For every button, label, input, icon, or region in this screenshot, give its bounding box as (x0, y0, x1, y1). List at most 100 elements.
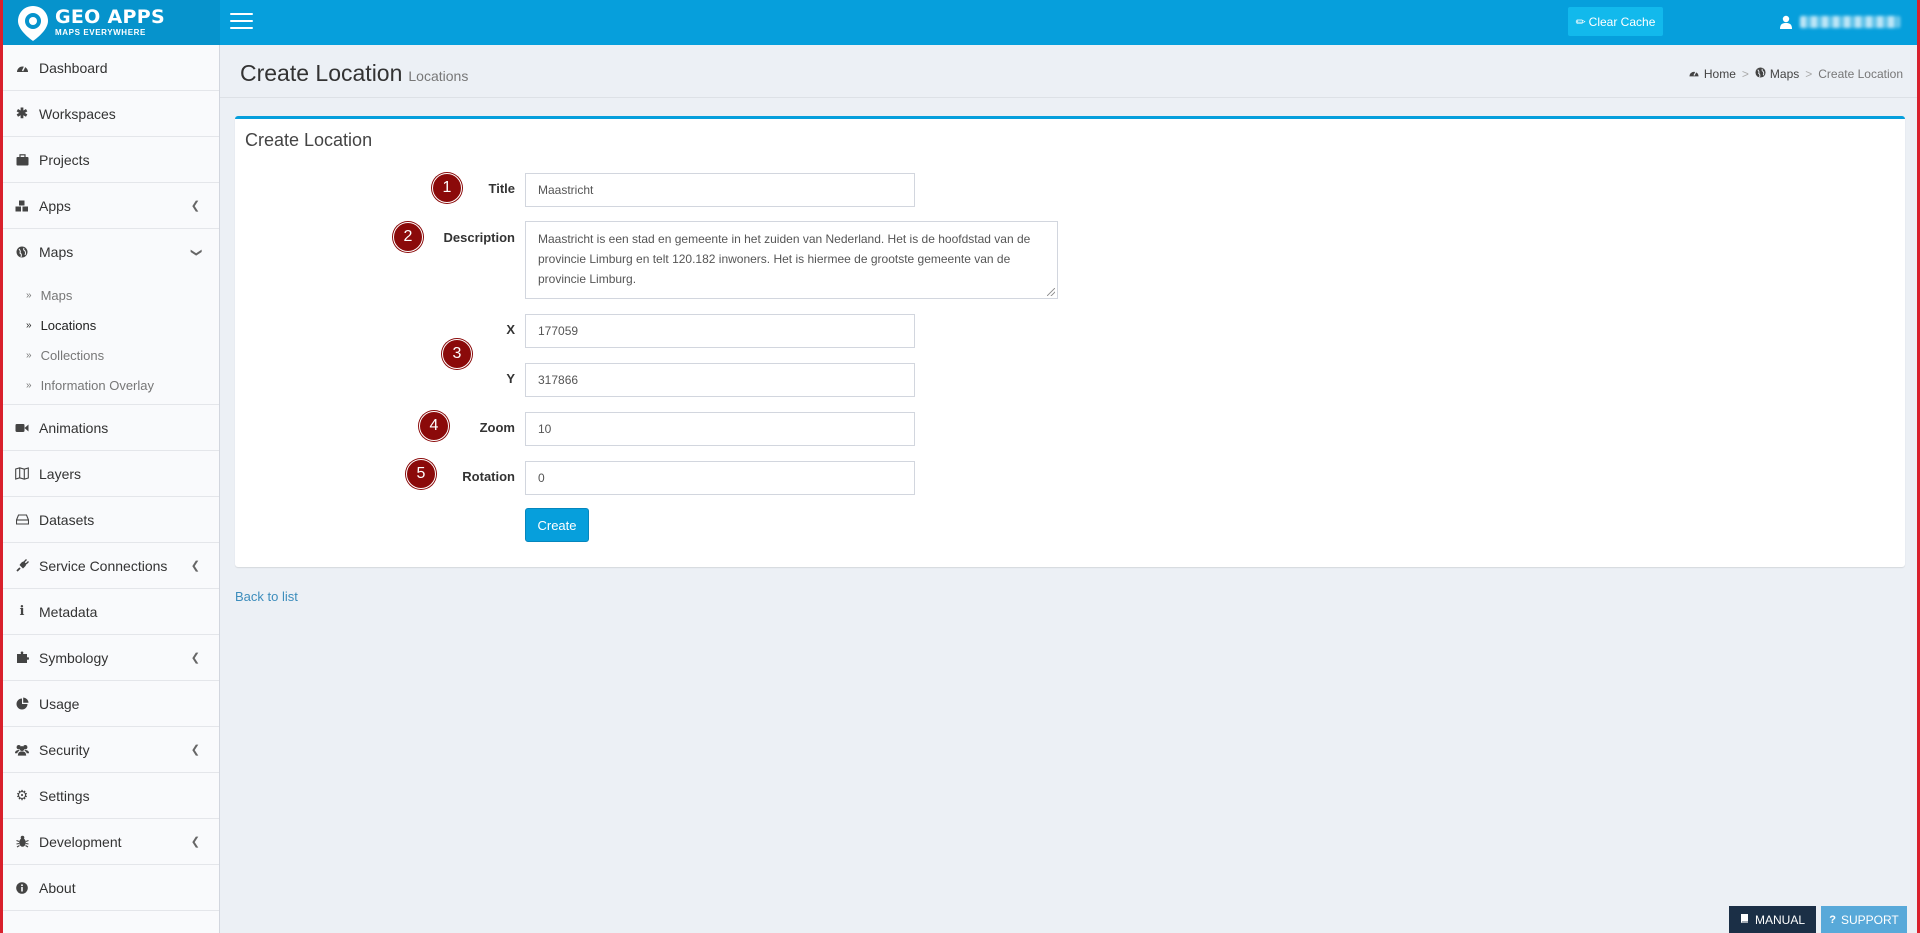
sidebar: Dashboard ✱ Workspaces Projects Apps ❮ M… (3, 45, 220, 933)
sidebar-item-label: Datasets (39, 511, 95, 528)
sidebar-item-layers[interactable]: Layers (3, 451, 219, 497)
sidebar-item-label: Symbology (39, 649, 109, 666)
sidebar-item-label: Security (39, 741, 90, 758)
title-label: Title (488, 181, 516, 196)
sidebar-item-service-connections[interactable]: Service Connections ❮ (3, 543, 219, 589)
submenu-item-label: Maps (40, 287, 73, 303)
map-pin-logo-icon (15, 4, 51, 42)
create-button[interactable]: Create (525, 508, 589, 542)
box-title: Create Location (245, 130, 373, 150)
user-name-redacted (1800, 16, 1900, 28)
double-chevron-right-icon: » (26, 349, 32, 361)
breadcrumb-separator: > (1741, 67, 1749, 81)
sidebar-item-datasets[interactable]: Datasets (3, 497, 219, 543)
sidebar-item-projects[interactable]: Projects (3, 137, 219, 183)
sidebar-item-about[interactable]: About (3, 865, 219, 911)
sidebar-item-workspaces[interactable]: ✱ Workspaces (3, 91, 219, 137)
x-input[interactable]: 177059 (525, 314, 915, 348)
rotation-label: Rotation (462, 469, 515, 484)
eraser-icon: ✏ (1575, 14, 1586, 29)
gear-icon: ⚙ (15, 787, 29, 803)
content-header: Create Location Locations Home > Maps > C… (220, 45, 1917, 98)
sidebar-item-development[interactable]: Development ❮ (3, 819, 219, 865)
chevron-left-icon: ❮ (190, 200, 200, 212)
sidebar-item-label: Dashboard (39, 59, 108, 76)
sidebar-item-label: Settings (39, 787, 90, 804)
sidebar-item-label: Development (39, 833, 122, 850)
submenu-item-label: Information Overlay (40, 377, 154, 393)
submenu-item-collections[interactable]: » Collections (3, 340, 219, 370)
window-border-left (0, 0, 3, 933)
globe-icon (1755, 67, 1766, 81)
logo[interactable]: GEO APPS MAPS EVERYWHERE (3, 0, 220, 45)
breadcrumb-maps[interactable]: Maps (1770, 67, 1799, 81)
sidebar-item-settings[interactable]: ⚙ Settings (3, 773, 219, 819)
back-to-list-link[interactable]: Back to list (235, 589, 298, 604)
manual-label: MANUAL (1754, 912, 1805, 927)
breadcrumb-home[interactable]: Home (1704, 67, 1736, 81)
sidebar-item-label: Maps (39, 244, 74, 260)
clear-cache-button[interactable]: ✏ Clear Cache (1568, 7, 1663, 36)
logo-subtitle: MAPS EVERYWHERE (55, 28, 146, 37)
sidebar-item-symbology[interactable]: Symbology ❮ (3, 635, 219, 681)
title-input[interactable]: Maastricht (525, 173, 915, 207)
cubes-icon (15, 199, 29, 213)
resize-grip-icon[interactable] (1047, 288, 1055, 296)
sidebar-item-label: Usage (39, 695, 80, 712)
annotation-marker-3: 3 (442, 339, 472, 369)
sidebar-item-label: Service Connections (39, 557, 168, 574)
hdd-icon (15, 513, 29, 527)
user-menu[interactable] (1780, 13, 1900, 31)
x-label: X (506, 322, 515, 337)
submenu-item-information-overlay[interactable]: » Information Overlay (3, 370, 219, 400)
chevron-left-icon: ❮ (190, 560, 200, 572)
sidebar-item-animations[interactable]: Animations (3, 405, 219, 451)
sidebar-item-apps[interactable]: Apps ❮ (3, 183, 219, 229)
chevron-down-icon: ❮ (189, 247, 202, 257)
breadcrumb-separator: > (1805, 67, 1813, 81)
submenu-item-label: Collections (40, 347, 105, 363)
maps-submenu: » Maps » Locations » Collections » Infor… (3, 275, 219, 405)
sidebar-item-label: Apps (39, 197, 71, 214)
puzzle-icon (15, 651, 29, 665)
sidebar-item-security[interactable]: Security ❮ (3, 727, 219, 773)
top-header: GEO APPS MAPS EVERYWHERE ✏ Clear Cache (0, 0, 1920, 45)
sidebar-item-metadata[interactable]: i Metadata (3, 589, 219, 635)
sidebar-item-label: Layers (39, 465, 82, 482)
y-input[interactable]: 317866 (525, 363, 915, 397)
sidebar-item-dashboard[interactable]: Dashboard (3, 45, 219, 91)
question-icon: ? (1829, 913, 1836, 926)
users-icon (15, 743, 29, 757)
info-icon: i (19, 604, 25, 619)
sidebar-item-maps[interactable]: Maps ❮ (3, 229, 219, 275)
rotation-input[interactable]: 0 (525, 461, 915, 495)
breadcrumb-current: Create Location (1818, 67, 1903, 81)
book-icon (1740, 913, 1750, 927)
sidebar-item-usage[interactable]: Usage (3, 681, 219, 727)
map-icon (15, 467, 29, 481)
submenu-item-label: Locations (40, 317, 97, 333)
description-text: Maastricht is een stad en gemeente in he… (538, 232, 1031, 286)
page-subtitle: Locations (408, 68, 469, 84)
manual-button[interactable]: MANUAL (1729, 906, 1816, 933)
dashboard-icon (1688, 68, 1700, 81)
menu-toggle-icon[interactable] (230, 13, 253, 31)
submenu-item-maps[interactable]: » Maps (3, 280, 219, 310)
pie-chart-icon (15, 697, 29, 711)
support-button[interactable]: ? SUPPORT (1821, 906, 1907, 933)
page-title: Create Location Locations (240, 60, 468, 87)
submenu-item-locations[interactable]: » Locations (3, 310, 219, 340)
sidebar-item-label: About (39, 879, 76, 896)
suitcase-icon (15, 153, 29, 167)
sidebar-item-label: Workspaces (39, 105, 116, 122)
logo-title: GEO APPS (55, 6, 165, 28)
description-textarea[interactable]: Maastricht is een stad en gemeente in he… (525, 221, 1058, 299)
chevron-left-icon: ❮ (190, 836, 200, 848)
globe-icon (15, 245, 29, 259)
double-chevron-right-icon: » (26, 319, 32, 331)
zoom-input[interactable]: 10 (525, 412, 915, 446)
video-camera-icon (15, 421, 29, 435)
sidebar-item-label: Animations (39, 419, 109, 436)
user-icon (1780, 15, 1792, 29)
page-title-text: Create Location (240, 60, 403, 86)
